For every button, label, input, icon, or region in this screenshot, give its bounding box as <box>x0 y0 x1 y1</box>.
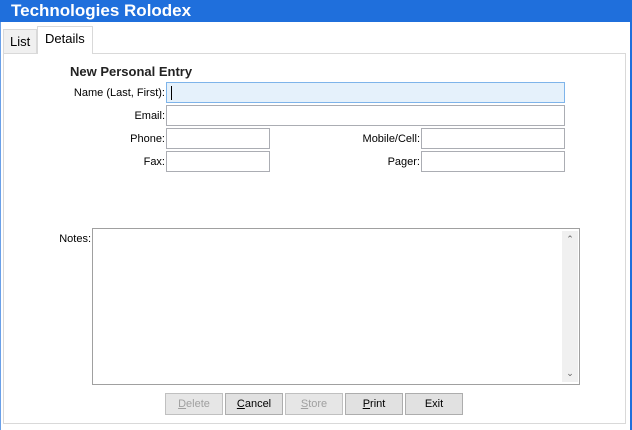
notes-label: Notes: <box>59 233 91 245</box>
pager-label: Pager: <box>387 156 420 168</box>
email-label: Email: <box>134 110 165 122</box>
print-button[interactable]: Print <box>345 393 403 415</box>
notes-textarea[interactable]: ⌃ ⌄ <box>92 228 580 385</box>
scroll-up-icon[interactable]: ⌃ <box>562 234 578 245</box>
pager-input[interactable] <box>421 151 565 172</box>
phone-input[interactable] <box>166 128 270 149</box>
mobile-label: Mobile/Cell: <box>362 133 420 145</box>
window-border-left <box>0 22 1 430</box>
tab-list[interactable]: List <box>3 29 37 53</box>
scroll-down-icon[interactable]: ⌄ <box>562 368 578 379</box>
text-caret <box>171 86 172 100</box>
cancel-button[interactable]: Cancel <box>225 393 283 415</box>
name-input[interactable] <box>166 82 565 103</box>
title-bar: Technologies Rolodex <box>0 0 632 22</box>
mobile-input[interactable] <box>421 128 565 149</box>
fax-input[interactable] <box>166 151 270 172</box>
delete-button[interactable]: Delete <box>165 393 223 415</box>
exit-button[interactable]: Exit <box>405 393 463 415</box>
email-input[interactable] <box>166 105 565 126</box>
fax-label: Fax: <box>143 156 165 168</box>
store-button[interactable]: Store <box>285 393 343 415</box>
name-label: Name (Last, First): <box>73 87 165 99</box>
phone-label: Phone: <box>130 133 165 145</box>
tab-details[interactable]: Details <box>37 26 93 54</box>
form-heading: New Personal Entry <box>70 64 193 79</box>
notes-scrollbar[interactable]: ⌃ ⌄ <box>562 231 578 382</box>
